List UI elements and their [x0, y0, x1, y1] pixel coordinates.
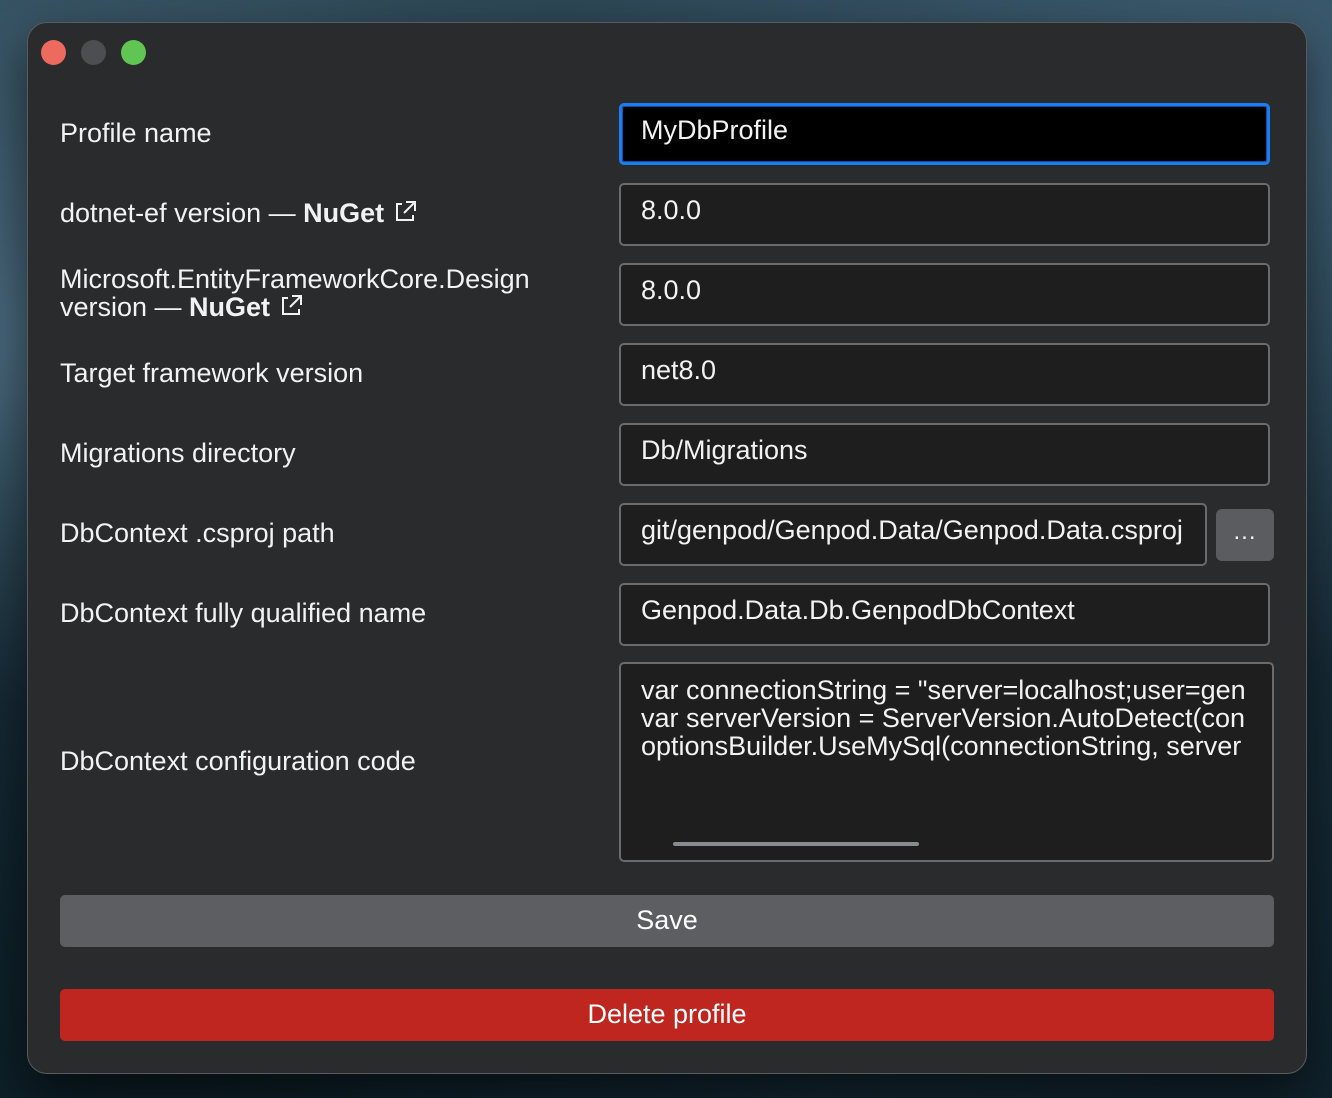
profile-window: Profile name MyDbProfile dotnet-ef versi…: [27, 22, 1307, 1074]
target-framework-input[interactable]: net8.0: [619, 343, 1270, 406]
horizontal-scrollbar[interactable]: [673, 842, 919, 846]
migrations-directory-label: Migrations directory: [60, 438, 296, 468]
dotnet-ef-version-input[interactable]: 8.0.0: [619, 183, 1270, 246]
external-link-icon[interactable]: [278, 293, 304, 324]
fq-name-label: DbContext fully qualified name: [60, 598, 427, 628]
target-framework-label: Target framework version: [60, 358, 364, 388]
migrations-directory-input[interactable]: Db/Migrations: [619, 423, 1270, 486]
save-button[interactable]: Save: [60, 895, 1274, 947]
code-line: optionsBuilder.UseMySql(connectionString…: [641, 731, 1242, 761]
dotnet-ef-label-text: dotnet-ef version —: [60, 198, 304, 228]
browse-button[interactable]: ...: [1216, 509, 1274, 561]
config-code-textarea[interactable]: var connectionString = "server=localhost…: [619, 662, 1274, 862]
fq-name-input[interactable]: Genpod.Data.Db.GenpodDbContext: [619, 583, 1270, 646]
code-line: var serverVersion = ServerVersion.AutoDe…: [641, 703, 1246, 733]
ef-design-label-text: version —: [60, 292, 190, 322]
code-line: var connectionString = "server=localhost…: [641, 675, 1246, 705]
ef-design-nuget-link[interactable]: NuGet: [189, 292, 270, 322]
config-code-label: DbContext configuration code: [60, 746, 416, 776]
ef-design-version-input[interactable]: 8.0.0: [619, 263, 1270, 326]
zoom-window-button[interactable]: [121, 40, 146, 65]
delete-profile-button[interactable]: Delete profile: [60, 989, 1274, 1041]
csproj-path-value: git/genpod/Genpod.Data/Genpod.Data.cspro…: [641, 515, 1183, 545]
close-window-button[interactable]: [41, 40, 66, 65]
dotnet-ef-nuget-link[interactable]: NuGet: [303, 198, 384, 228]
csproj-path-input[interactable]: git/genpod/Genpod.Data/Genpod.Data.cspro…: [619, 503, 1207, 566]
profile-name-label: Profile name: [60, 118, 212, 148]
window-controls: [41, 40, 146, 65]
external-link-icon[interactable]: [392, 199, 418, 230]
profile-name-input[interactable]: MyDbProfile: [619, 103, 1270, 165]
ef-design-version-label: Microsoft.EntityFrameworkCore.Design ver…: [60, 265, 530, 324]
csproj-path-label: DbContext .csproj path: [60, 518, 335, 548]
ef-design-label-line1: Microsoft.EntityFrameworkCore.Design: [60, 264, 530, 294]
minimize-window-button[interactable]: [81, 40, 106, 65]
dotnet-ef-version-label: dotnet-ef version — NuGet: [60, 199, 418, 230]
